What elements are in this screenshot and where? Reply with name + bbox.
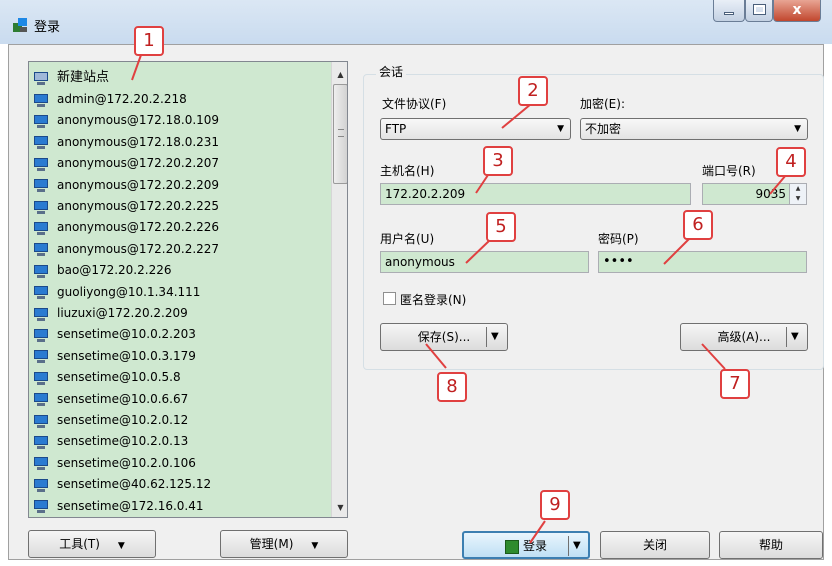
callout-1: 1 [134, 26, 164, 56]
callout-5: 5 [486, 212, 516, 242]
callout-6-pointer [663, 237, 691, 265]
callout-2-pointer [501, 103, 532, 129]
callout-4: 4 [776, 147, 806, 177]
callout-6: 6 [683, 210, 713, 240]
callout-2: 2 [518, 76, 548, 106]
callout-7-pointer [701, 343, 726, 370]
callout-1-pointer [131, 54, 142, 81]
callout-9: 9 [540, 490, 570, 520]
callout-8-pointer [425, 343, 447, 369]
callout-9-pointer [529, 520, 546, 544]
callout-5-pointer [465, 239, 491, 264]
callout-4-pointer [769, 174, 787, 195]
callout-pointers [131, 54, 787, 544]
callout-7: 7 [720, 369, 750, 399]
callout-8: 8 [437, 372, 467, 402]
callout-3: 3 [483, 146, 513, 176]
